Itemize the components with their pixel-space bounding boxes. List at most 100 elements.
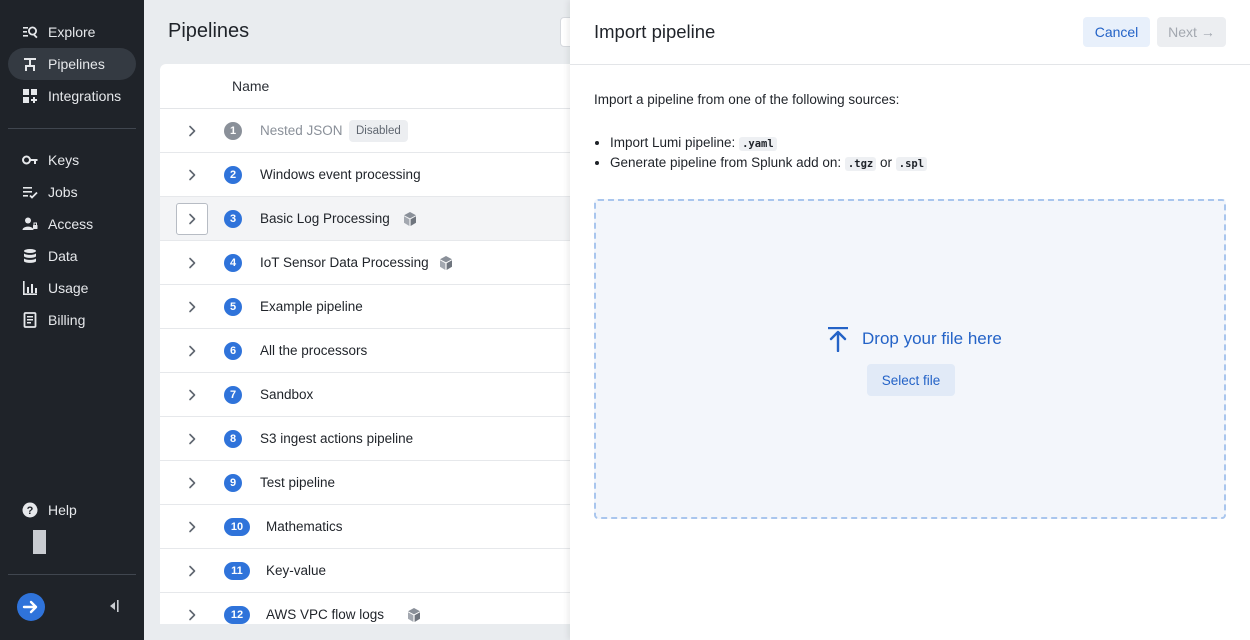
expand-row-button[interactable] xyxy=(176,335,208,367)
row-number-badge: 5 xyxy=(224,298,242,316)
source-lumi: Import Lumi pipeline: .yaml xyxy=(610,133,927,153)
nav-label: Explore xyxy=(48,24,96,40)
expand-row-button[interactable] xyxy=(176,599,208,624)
collapse-sidebar-button[interactable] xyxy=(106,598,122,614)
pipeline-name[interactable]: AWS VPC flow logs xyxy=(266,607,384,622)
collapse-icon xyxy=(110,600,119,612)
next-button[interactable]: Next → xyxy=(1157,17,1226,47)
select-file-button[interactable]: Select file xyxy=(867,364,955,396)
package-icon xyxy=(406,607,422,623)
chevron-right-icon xyxy=(189,433,196,445)
row-number-badge: 11 xyxy=(224,562,250,580)
nav-keys[interactable]: Keys xyxy=(8,144,136,176)
pipeline-name[interactable]: Example pipeline xyxy=(260,299,363,314)
table-row[interactable]: 4 IoT Sensor Data Processing xyxy=(160,241,580,285)
expand-row-button[interactable] xyxy=(176,115,208,147)
expand-row-button[interactable] xyxy=(176,379,208,411)
cancel-button[interactable]: Cancel xyxy=(1083,17,1150,47)
pipeline-name[interactable]: S3 ingest actions pipeline xyxy=(260,431,413,446)
chevron-right-icon xyxy=(189,477,196,489)
pipeline-name[interactable]: Sandbox xyxy=(260,387,313,402)
row-number-badge: 9 xyxy=(224,474,242,492)
pipeline-name[interactable]: Windows event processing xyxy=(260,167,421,182)
table-row[interactable]: 8 S3 ingest actions pipeline xyxy=(160,417,580,461)
nav-explore[interactable]: Explore xyxy=(8,16,136,48)
row-number-badge: 1 xyxy=(224,122,242,140)
table-row[interactable]: 1 Nested JSON Disabled xyxy=(160,109,580,153)
import-pipeline-drawer: Import pipeline Cancel Next → Import a p… xyxy=(570,0,1250,640)
expand-row-button[interactable] xyxy=(176,291,208,323)
status-badge: Disabled xyxy=(349,120,408,142)
chevron-right-icon xyxy=(189,301,196,313)
nav-label: Help xyxy=(48,502,77,518)
billing-icon xyxy=(21,311,39,329)
nav-access[interactable]: Access xyxy=(8,208,136,240)
table-row[interactable]: 3 Basic Log Processing xyxy=(160,197,580,241)
nav-help[interactable]: ? Help xyxy=(8,494,136,526)
pipeline-name[interactable]: Basic Log Processing xyxy=(260,211,390,226)
chevron-right-icon xyxy=(189,565,196,577)
chevron-right-icon xyxy=(189,521,196,533)
user-avatar[interactable] xyxy=(33,530,46,554)
expand-row-button[interactable] xyxy=(176,423,208,455)
table-row[interactable]: 6 All the processors xyxy=(160,329,580,373)
nav-label: Jobs xyxy=(48,184,78,200)
chevron-right-icon xyxy=(189,609,196,621)
expand-row-button[interactable] xyxy=(176,555,208,587)
app-logo[interactable] xyxy=(17,593,45,621)
nav-integrations[interactable]: Integrations xyxy=(8,80,136,112)
source-splunk: Generate pipeline from Splunk add on: .t… xyxy=(610,153,928,173)
tgz-extension: .tgz xyxy=(844,157,877,171)
arrow-right-icon xyxy=(22,600,38,614)
explore-icon xyxy=(21,23,39,41)
nav-data[interactable]: Data xyxy=(8,240,136,272)
pipeline-name[interactable]: IoT Sensor Data Processing xyxy=(260,255,429,270)
column-header-name[interactable]: Name xyxy=(232,78,269,94)
file-dropzone[interactable]: Drop your file here Select file xyxy=(594,199,1226,519)
pipeline-name[interactable]: All the processors xyxy=(260,343,367,358)
sidebar: Explore Pipelines Integrations Keys Jobs… xyxy=(0,0,144,640)
nav-label: Pipelines xyxy=(48,56,105,72)
pipeline-name[interactable]: Nested JSON xyxy=(260,123,343,138)
pipeline-name[interactable]: Test pipeline xyxy=(260,475,335,490)
nav-label: Usage xyxy=(48,280,89,296)
table-row[interactable]: 5 Example pipeline xyxy=(160,285,580,329)
drop-text: Drop your file here xyxy=(862,329,1002,348)
table-row[interactable]: 2 Windows event processing xyxy=(160,153,580,197)
package-icon xyxy=(402,211,418,227)
nav-billing[interactable]: Billing xyxy=(8,304,136,336)
expand-row-button[interactable] xyxy=(176,467,208,499)
drawer-header: Import pipeline Cancel Next → xyxy=(570,0,1250,65)
upload-icon xyxy=(828,327,848,352)
nav-usage[interactable]: Usage xyxy=(8,272,136,304)
row-number-badge: 2 xyxy=(224,166,242,184)
page-title: Pipelines xyxy=(168,20,250,42)
row-number-badge: 12 xyxy=(224,606,250,624)
expand-row-button[interactable] xyxy=(176,159,208,191)
nav-pipelines[interactable]: Pipelines xyxy=(8,48,136,80)
table-row[interactable]: 7 Sandbox xyxy=(160,373,580,417)
expand-row-button[interactable] xyxy=(176,247,208,279)
jobs-icon xyxy=(21,183,39,201)
expand-row-button[interactable] xyxy=(176,203,208,235)
yaml-extension: .yaml xyxy=(739,137,777,151)
table-row[interactable]: 11 Key-value xyxy=(160,549,580,593)
nav-jobs[interactable]: Jobs xyxy=(8,176,136,208)
sidebar-divider xyxy=(8,574,136,575)
source-list: Import Lumi pipeline: .yaml Generate pip… xyxy=(610,133,928,173)
import-intro: Import a pipeline from one of the follow… xyxy=(594,92,900,107)
expand-row-button[interactable] xyxy=(176,511,208,543)
pipeline-name[interactable]: Key-value xyxy=(266,563,326,578)
chevron-right-icon xyxy=(189,389,196,401)
package-icon xyxy=(438,255,454,271)
row-number-badge: 6 xyxy=(224,342,242,360)
chevron-right-icon xyxy=(189,169,196,181)
database-icon xyxy=(21,247,39,265)
row-number-badge: 3 xyxy=(224,210,242,228)
table-row[interactable]: 9 Test pipeline xyxy=(160,461,580,505)
pipeline-name[interactable]: Mathematics xyxy=(266,519,343,534)
spl-extension: .spl xyxy=(895,157,928,171)
table-row[interactable]: 10 Mathematics xyxy=(160,505,580,549)
table-row[interactable]: 12 AWS VPC flow logs xyxy=(160,593,580,624)
nav-label: Access xyxy=(48,216,94,232)
